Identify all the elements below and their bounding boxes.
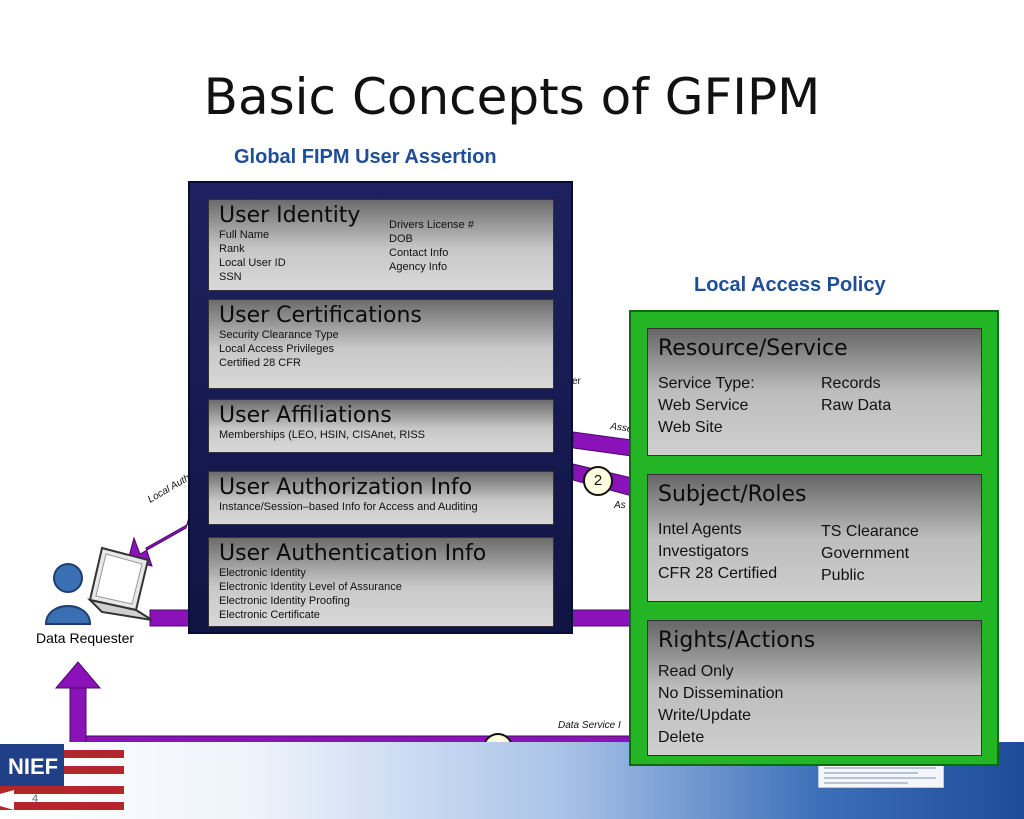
user-authentication-title: User Authentication Info [219, 541, 487, 566]
identity-field: Drivers License # [389, 219, 474, 231]
user-authorization-card: User Authorization Info Instance/Session… [208, 471, 554, 525]
subject-roles-card: Subject/Roles Intel Agents Investigators… [647, 474, 982, 602]
rights-field: No Dissemination [658, 685, 784, 702]
identity-field: DOB [389, 233, 413, 245]
subject-field: Public [821, 567, 865, 584]
user-affiliations-card: User Affiliations Memberships (LEO, HSIN… [208, 399, 554, 453]
assertion-arrow [572, 431, 633, 457]
local-access-policy-panel: Resource/Service Service Type: Web Servi… [629, 310, 999, 766]
subject-field: Government [821, 545, 910, 562]
subject-roles-title: Subject/Roles [658, 482, 807, 507]
resource-field: Web Site [658, 419, 723, 436]
user-certifications-card: User Certifications Security Clearance T… [208, 299, 554, 389]
rights-field: Delete [658, 729, 705, 746]
subject-field: Investigators [658, 543, 749, 560]
nief-logo-text: NIEF [8, 754, 58, 779]
assertion-partial-label: As [614, 500, 626, 511]
user-affiliations-title: User Affiliations [219, 403, 392, 428]
certification-field: Security Clearance Type [219, 329, 339, 341]
nief-flag-icon: NIEF [0, 744, 124, 810]
user-certifications-title: User Certifications [219, 303, 422, 328]
rights-actions-card: Rights/Actions Read Only No Disseminatio… [647, 620, 982, 756]
resource-service-title: Resource/Service [658, 336, 848, 361]
step-2-badge: 2 [583, 466, 613, 496]
identity-field: Contact Info [389, 247, 449, 259]
identity-field: SSN [219, 271, 242, 283]
identity-field: Full Name [219, 229, 270, 241]
identity-field: Rank [219, 243, 245, 255]
return-arrow-vertical [69, 679, 87, 751]
resource-field: Service Type: [658, 375, 755, 392]
authorization-field: Instance/Session–based Info for Access a… [219, 501, 478, 513]
data-requester-label: Data Requester [36, 630, 135, 646]
rights-field: Write/Update [658, 707, 752, 724]
resource-field: Raw Data [821, 397, 892, 414]
return-arrowhead-up [54, 661, 102, 689]
affiliation-field: Memberships (LEO, HSIN, CISAnet, RISS [219, 429, 426, 441]
identity-field: Local User ID [219, 257, 286, 269]
resource-field: Records [821, 375, 881, 392]
user-authentication-card: User Authentication Info Electronic Iden… [208, 537, 554, 627]
user-authorization-title: User Authorization Info [219, 475, 473, 500]
subject-field: CFR 28 Certified [658, 565, 778, 582]
page-number: 4 [32, 793, 39, 805]
resource-service-card: Resource/Service Service Type: Web Servi… [647, 328, 982, 456]
resource-field: Web Service [658, 397, 749, 414]
assertion-heading: Global FIPM User Assertion [234, 146, 497, 168]
rights-field: Read Only [658, 663, 734, 680]
certification-field: Certified 28 CFR [219, 357, 301, 369]
subject-field: Intel Agents [658, 521, 742, 538]
authentication-field: Electronic Certificate [219, 609, 320, 621]
authentication-field: Electronic Identity [219, 567, 306, 579]
authentication-field: Electronic Identity Level of Assurance [219, 581, 402, 593]
user-laptop-icon [44, 546, 153, 625]
rights-actions-title: Rights/Actions [658, 628, 816, 653]
certification-field: Local Access Privileges [219, 343, 334, 355]
user-identity-card: User Identity Full Name Rank Local User … [208, 199, 554, 291]
subject-field: TS Clearance [821, 523, 919, 540]
data-service-label: Data Service I [558, 720, 621, 731]
user-assertion-panel: User Identity Full Name Rank Local User … [188, 181, 573, 634]
user-identity-title: User Identity [219, 203, 361, 228]
identity-field: Agency Info [389, 261, 448, 273]
policy-heading: Local Access Policy [694, 274, 886, 296]
authentication-field: Electronic Identity Proofing [219, 595, 350, 607]
